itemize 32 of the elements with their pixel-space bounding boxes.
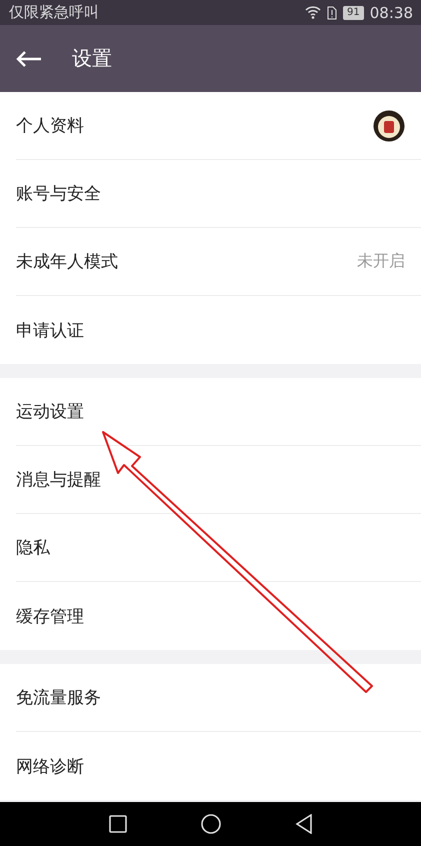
row-label: 网络诊断	[16, 756, 85, 778]
settings-row[interactable]: 未成年人模式 未开启	[16, 228, 421, 296]
clock-text: 08:38	[370, 4, 413, 22]
home-icon[interactable]	[200, 814, 220, 834]
row-label: 申请认证	[16, 320, 85, 342]
row-label: 账号与安全	[16, 183, 102, 205]
row-value: 未开启	[357, 251, 405, 272]
settings-row[interactable]: 免流量服务	[16, 664, 421, 732]
row-label: 消息与提醒	[16, 469, 102, 491]
avatar-icon	[373, 110, 405, 142]
carrier-text: 仅限紧急呼叫	[9, 3, 99, 22]
row-label: 个人资料	[16, 115, 85, 137]
row-label: 运动设置	[16, 401, 85, 423]
page-title: 设置	[72, 45, 112, 72]
row-label: 免流量服务	[16, 687, 102, 709]
settings-row[interactable]: 个人资料	[16, 92, 421, 160]
settings-row[interactable]: 网络诊断	[16, 732, 421, 800]
settings-row[interactable]: 缓存管理	[16, 582, 421, 650]
battery-icon: 91	[343, 6, 364, 20]
sim-alert-icon	[327, 6, 338, 20]
settings-row[interactable]: 申请认证	[16, 296, 421, 364]
row-label: 未成年人模式	[16, 251, 119, 273]
row-label: 隐私	[16, 537, 51, 559]
settings-row[interactable]: 运动设置	[16, 378, 421, 446]
settings-row[interactable]: 消息与提醒	[16, 446, 421, 514]
recent-apps-icon[interactable]	[108, 815, 126, 833]
back-arrow-icon[interactable]	[16, 50, 42, 68]
back-icon[interactable]	[294, 814, 312, 834]
settings-row[interactable]: 隐私	[16, 514, 421, 582]
row-label: 缓存管理	[16, 606, 85, 628]
settings-row[interactable]: 账号与安全	[16, 160, 421, 228]
wifi-icon	[305, 6, 322, 19]
